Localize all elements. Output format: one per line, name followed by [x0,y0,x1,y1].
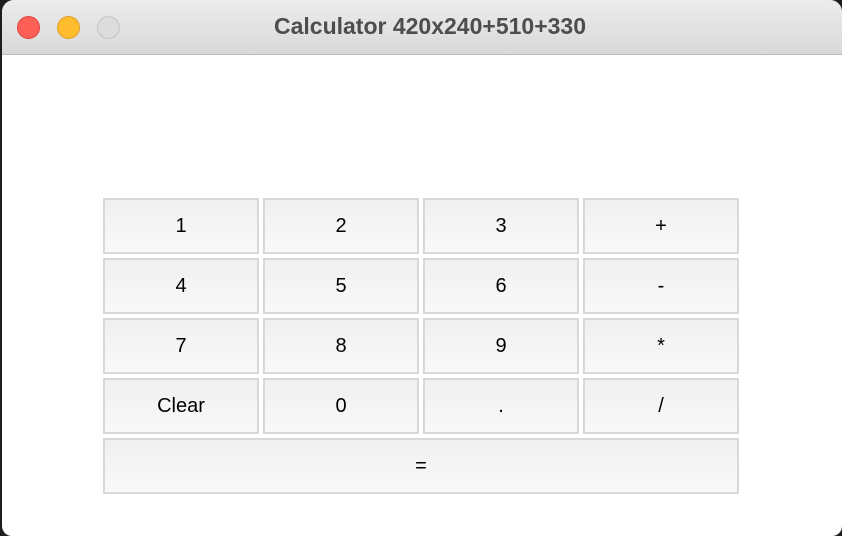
equals-button[interactable]: = [103,438,739,494]
digit-5-button[interactable]: 5 [263,258,419,314]
digit-9-button[interactable]: 9 [423,318,579,374]
plus-button[interactable]: + [583,198,739,254]
digit-6-button[interactable]: 6 [423,258,579,314]
digit-4-button[interactable]: 4 [103,258,259,314]
digit-2-button[interactable]: 2 [263,198,419,254]
title-bar[interactable]: Calculator 420x240+510+330 [2,0,842,55]
clear-button[interactable]: Clear [103,378,259,434]
minus-button[interactable]: - [583,258,739,314]
digit-7-button[interactable]: 7 [103,318,259,374]
multiply-button[interactable]: * [583,318,739,374]
digit-3-button[interactable]: 3 [423,198,579,254]
divide-button[interactable]: / [583,378,739,434]
digit-0-button[interactable]: 0 [263,378,419,434]
decimal-button[interactable]: . [423,378,579,434]
window-title: Calculator 420x240+510+330 [273,13,587,39]
calculator-window: Calculator 420x240+510+330 1 2 3 +4 5 6- 7 8 9 * C… [2,0,842,536]
digit-8-button[interactable]: 8 [263,318,419,374]
digit-1-button[interactable]: 1 [103,198,259,254]
